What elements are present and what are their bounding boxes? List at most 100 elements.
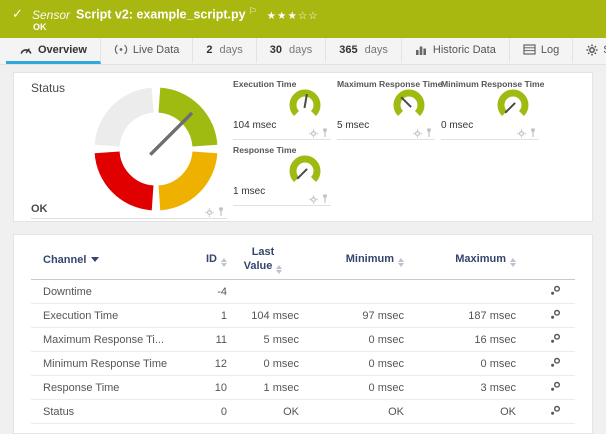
sort-desc-icon — [91, 257, 99, 262]
gauge-value: 1 msec — [233, 186, 265, 197]
table-row-execution-time[interactable]: Execution Time 1 104 msec 97 msec 187 ms… — [31, 304, 575, 328]
channel-name[interactable]: Response Time — [31, 382, 189, 394]
check-icon: ✓ — [12, 6, 23, 22]
pin-icon[interactable] — [321, 128, 329, 138]
channel-settings-icon[interactable] — [550, 381, 561, 395]
channel-last-value: 5 msec — [227, 334, 299, 346]
channel-id: 11 — [189, 334, 227, 346]
gauge-value: 5 msec — [337, 120, 369, 131]
channel-last-value: OK — [227, 406, 299, 418]
tab-label: days — [289, 44, 312, 56]
gear-icon[interactable] — [309, 129, 318, 138]
tab-30-days[interactable]: 30 days — [257, 38, 327, 64]
tab-historic-data[interactable]: Historic Data — [402, 38, 510, 64]
flag-icon[interactable]: ⚐ — [249, 6, 257, 16]
channel-maximum: OK — [404, 406, 516, 418]
channel-id: 0 — [189, 406, 227, 418]
channel-minimum: 97 msec — [299, 310, 404, 322]
tab-label: Overview — [38, 44, 87, 56]
channel-settings-icon[interactable] — [550, 357, 561, 371]
gauge-needle — [505, 103, 515, 113]
tab-label: Log — [541, 44, 559, 56]
table-row-downtime[interactable]: Downtime -4 — [31, 280, 575, 304]
channel-settings-icon[interactable] — [550, 309, 561, 323]
gauge-needle — [297, 169, 307, 179]
gauge-panel-maximum-response-time: Maximum Response Time 5 msec — [337, 77, 435, 140]
channel-last-value: 1 msec — [227, 382, 299, 394]
channel-id: -4 — [189, 286, 227, 298]
gauge-needle — [401, 97, 411, 107]
channel-maximum: 0 msec — [404, 358, 516, 370]
channel-settings-icon[interactable] — [550, 405, 561, 419]
tab-settings[interactable]: Settings — [573, 38, 606, 64]
channel-table: Channel ID Last Value Minimum Maximum Do… — [13, 234, 593, 434]
gear-icon[interactable] — [413, 129, 422, 138]
live-data-icon — [114, 44, 128, 55]
sensor-status-header: ✓ Sensor Script v2: example_script.py⚐ ★★★… — [0, 0, 606, 38]
table-row-status[interactable]: Status 0 OK OK OK — [31, 400, 575, 424]
pin-icon[interactable] — [217, 207, 225, 217]
tab-overview[interactable]: Overview — [6, 38, 101, 64]
response-time-gauge — [287, 152, 323, 188]
channel-name[interactable]: Execution Time — [31, 310, 189, 322]
tab-log[interactable]: Log — [510, 38, 573, 64]
sort-icon — [276, 265, 282, 274]
tab-label: 365 — [339, 44, 357, 56]
pin-icon[interactable] — [529, 128, 537, 138]
table-row-response-time[interactable]: Response Time 10 1 msec 0 msec 3 msec — [31, 376, 575, 400]
gear-icon[interactable] — [517, 129, 526, 138]
gauge-icon — [19, 44, 33, 55]
channel-minimum: 0 msec — [299, 334, 404, 346]
gauge-panel-execution-time: Execution Time 104 msec — [233, 77, 331, 140]
gauge-needle — [150, 113, 192, 155]
pin-icon[interactable] — [321, 194, 329, 204]
column-header-minimum[interactable]: Minimum — [299, 253, 404, 267]
sensor-title: Script v2: example_script.py — [76, 8, 246, 22]
column-header-id[interactable]: ID — [189, 253, 227, 267]
sort-icon — [510, 258, 516, 267]
channel-minimum: 0 msec — [299, 382, 404, 394]
maximum-response-time-gauge — [391, 86, 427, 122]
tab-365-days[interactable]: 365 days — [326, 38, 402, 64]
channel-settings-icon[interactable] — [550, 333, 561, 347]
gauge-value: 104 msec — [233, 120, 276, 131]
gauge-value: 0 msec — [441, 120, 473, 131]
channel-name[interactable]: Minimum Response Time — [31, 358, 189, 370]
gear-icon[interactable] — [309, 195, 318, 204]
channel-id: 12 — [189, 358, 227, 370]
column-header-channel[interactable]: Channel — [31, 254, 189, 266]
channel-id: 10 — [189, 382, 227, 394]
tab-label: days — [365, 44, 388, 56]
channel-settings-icon[interactable] — [550, 285, 561, 299]
gear-icon — [586, 44, 598, 56]
channel-id: 1 — [189, 310, 227, 322]
channel-name[interactable]: Downtime — [31, 286, 189, 298]
tab-label: Historic Data — [433, 44, 496, 56]
channel-minimum: 0 msec — [299, 358, 404, 370]
tab-2-days[interactable]: 2 days — [193, 38, 256, 64]
status-value: OK — [31, 203, 48, 218]
tab-label: 30 — [270, 44, 282, 56]
tab-live-data[interactable]: Live Data — [101, 38, 193, 64]
channel-maximum: 3 msec — [404, 382, 516, 394]
channel-last-value: 0 msec — [227, 358, 299, 370]
channel-minimum: OK — [299, 406, 404, 418]
gauge-panel-minimum-response-time: Minimum Response Time 0 msec — [441, 77, 539, 140]
log-icon — [523, 44, 536, 55]
bar-chart-icon — [415, 44, 428, 55]
table-row-minimum-response-time[interactable]: Minimum Response Time 12 0 msec 0 msec 0… — [31, 352, 575, 376]
gauge-panel-response-time: Response Time 1 msec — [233, 143, 331, 206]
table-row-maximum-response-time[interactable]: Maximum Response Ti... 11 5 msec 0 msec … — [31, 328, 575, 352]
tab-label: Live Data — [133, 44, 179, 56]
column-header-maximum[interactable]: Maximum — [404, 253, 516, 267]
tab-label: 2 — [206, 44, 212, 56]
column-header-last-value[interactable]: Last Value — [227, 246, 299, 274]
pin-icon[interactable] — [425, 128, 433, 138]
channel-name[interactable]: Maximum Response Ti... — [31, 334, 189, 346]
channel-name[interactable]: Status — [31, 406, 189, 418]
gear-icon[interactable] — [205, 208, 214, 217]
channel-table-header: Channel ID Last Value Minimum Maximum — [31, 241, 575, 280]
sensor-kind-label: Sensor — [32, 8, 70, 22]
minimum-response-time-gauge — [495, 86, 531, 122]
priority-stars[interactable]: ★★★☆☆ — [267, 10, 319, 22]
